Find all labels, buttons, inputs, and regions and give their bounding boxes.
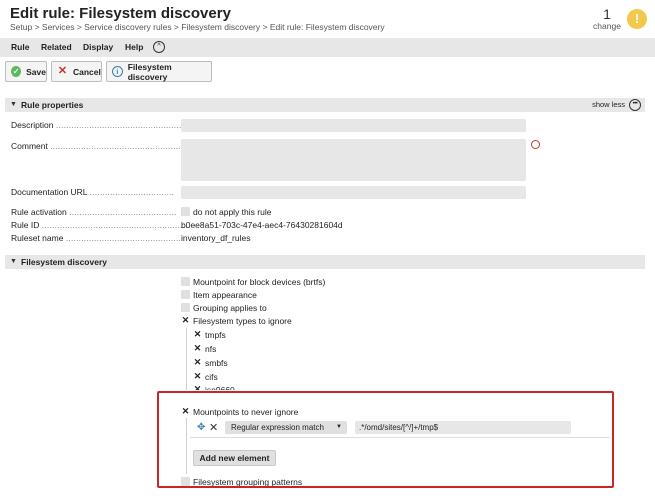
toolbar: ✓ Save ✕ Cancel i Filesystem discovery <box>0 57 655 89</box>
show-less-link[interactable]: show less <box>592 100 625 109</box>
dot-leader: ........................................… <box>50 141 199 151</box>
filesystem-discovery-button[interactable]: i Filesystem discovery <box>106 61 212 82</box>
btrfs-label: Mountpoint for block devices (brtfs) <box>193 277 326 287</box>
timestamp-icon[interactable] <box>531 140 540 149</box>
menu-rule[interactable]: Rule <box>11 42 29 52</box>
ruleset-label: Ruleset name <box>11 233 64 243</box>
fs-type-label: iso9660 <box>205 385 235 390</box>
filesystem-discovery-button-label: Filesystem discovery <box>127 61 172 82</box>
fs-type-tmpfs-checkbox[interactable]: ✕ <box>193 330 202 339</box>
dot-leader: ........................................… <box>41 220 191 230</box>
doc-url-label: Documentation URL <box>11 187 88 197</box>
warning-icon[interactable]: ! <box>627 9 647 29</box>
ruleset-row-label: Ruleset name ...........................… <box>11 233 181 243</box>
types-ignore-checkbox[interactable]: ✕ <box>181 316 190 325</box>
filesystem-discovery-title: Filesystem discovery <box>21 257 107 267</box>
menu-bar: Rule Related Display Help ^ <box>0 38 655 57</box>
dot-leader: ........................................… <box>65 233 182 243</box>
comment-textarea[interactable] <box>181 139 526 181</box>
rule-properties-title: Rule properties <box>21 100 84 110</box>
fs-type-nfs-checkbox[interactable]: ✕ <box>193 344 202 353</box>
save-button[interactable]: ✓ Save <box>5 61 47 82</box>
btrfs-checkbox[interactable] <box>181 277 190 286</box>
save-button-label: Save <box>26 66 46 77</box>
grouping-applies-checkbox[interactable] <box>181 303 190 312</box>
filesystem-discovery-header[interactable]: ▼ Filesystem discovery <box>5 255 645 269</box>
item-appearance-checkbox[interactable] <box>181 290 190 299</box>
description-input[interactable] <box>181 119 526 132</box>
collapse-menu-icon[interactable]: ^ <box>153 41 165 53</box>
pending-changes-label[interactable]: change <box>588 21 626 31</box>
fs-type-label: cifs <box>205 372 218 382</box>
rule-id-label: Rule ID <box>11 220 40 230</box>
chevron-down-icon: ▼ <box>10 101 17 108</box>
comment-row-label: Comment ................................… <box>11 141 199 151</box>
more-options-icon[interactable]: ••• <box>629 99 641 111</box>
types-ignore-label: Filesystem types to ignore <box>193 316 292 326</box>
dot-leader: ........................................… <box>69 207 177 217</box>
documentation-url-input[interactable] <box>181 186 526 199</box>
dot-leader: ........................................… <box>55 120 195 130</box>
list-indent-line <box>186 328 187 390</box>
chevron-down-icon: ▼ <box>10 258 17 265</box>
rule-properties-header[interactable]: ▼ Rule properties show less ••• <box>5 98 645 112</box>
fs-type-iso9660-checkbox[interactable]: ✕ <box>193 385 202 390</box>
grouping-applies-label: Grouping applies to <box>193 303 267 313</box>
fs-type-label: smbfs <box>205 358 228 368</box>
check-icon: ✓ <box>11 66 22 77</box>
doc-url-row-label: Documentation URL ......................… <box>11 187 174 197</box>
rule-id-value: b0ee8a51-703c-47e4-aec4-76430281604d <box>181 220 343 230</box>
breadcrumb[interactable]: Setup > Services > Service discovery rul… <box>10 22 385 32</box>
menu-help[interactable]: Help <box>125 42 143 52</box>
cancel-button-label: Cancel <box>73 66 101 77</box>
fs-type-smbfs-checkbox[interactable]: ✕ <box>193 358 202 367</box>
item-appearance-label: Item appearance <box>193 290 257 300</box>
page-title: Edit rule: Filesystem discovery <box>10 5 231 22</box>
fs-type-label: tmpfs <box>205 330 226 340</box>
fs-type-cifs-checkbox[interactable]: ✕ <box>193 372 202 381</box>
dot-leader: ................................. <box>89 187 175 197</box>
description-label: Description <box>11 120 54 130</box>
rule-id-row-label: Rule ID ................................… <box>11 220 190 230</box>
activation-row-label: Rule activation ........................… <box>11 207 177 217</box>
page-header: Edit rule: Filesystem discovery Setup > … <box>0 0 655 38</box>
description-row-label: Description ............................… <box>11 120 194 130</box>
cross-icon: ✕ <box>57 65 68 77</box>
menu-display[interactable]: Display <box>83 42 113 52</box>
activation-label: Rule activation <box>11 207 67 217</box>
pending-changes-count[interactable]: 1 <box>592 6 622 22</box>
do-not-apply-checkbox[interactable] <box>181 207 190 216</box>
ruleset-value: inventory_df_rules <box>181 233 251 243</box>
cancel-button[interactable]: ✕ Cancel <box>51 61 102 82</box>
fs-type-label: nfs <box>205 344 217 354</box>
info-icon: i <box>112 66 123 77</box>
do-not-apply-label: do not apply this rule <box>193 207 272 217</box>
menu-related[interactable]: Related <box>41 42 72 52</box>
highlight-annotation-box <box>157 391 614 488</box>
comment-label: Comment <box>11 141 48 151</box>
